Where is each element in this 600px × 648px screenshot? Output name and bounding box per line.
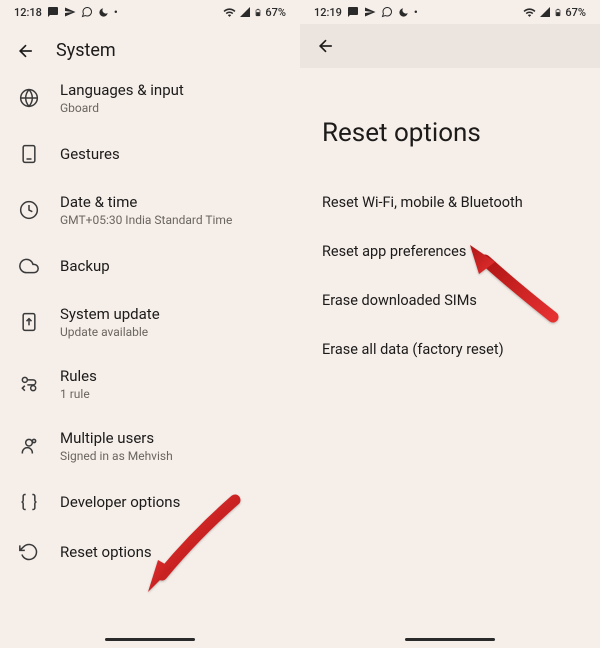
- item-backup[interactable]: Backup: [0, 241, 300, 291]
- wifi-icon: [523, 6, 536, 19]
- item-reset-wifi[interactable]: Reset Wi-Fi, mobile & Bluetooth: [300, 178, 600, 227]
- item-title: Reset Wi-Fi, mobile & Bluetooth: [322, 194, 523, 211]
- item-developer-options[interactable]: Developer options: [0, 477, 300, 527]
- gestures-icon: [18, 143, 40, 165]
- phone-left: 12:18 • 67% System Languages & input Gboa…: [0, 0, 300, 648]
- item-reset-options[interactable]: Reset options: [0, 527, 300, 577]
- item-sub: Signed in as Mehvish: [60, 449, 282, 463]
- item-sub: 1 rule: [60, 387, 282, 401]
- item-sub: GMT+05:30 India Standard Time: [60, 213, 282, 227]
- status-bar: 12:19 • 67%: [300, 0, 600, 24]
- dot-icon: •: [414, 6, 418, 19]
- back-button[interactable]: [16, 41, 36, 61]
- dnd-icon: [98, 7, 109, 18]
- item-title: Reset options: [60, 543, 282, 561]
- item-erase-sims[interactable]: Erase downloaded SIMs: [300, 276, 600, 325]
- settings-list: Languages & input Gboard Gestures Date & …: [0, 67, 300, 630]
- item-title: Developer options: [60, 493, 282, 511]
- item-title: Date & time: [60, 193, 282, 211]
- cloud-icon: [18, 255, 40, 277]
- message-icon: [47, 6, 59, 18]
- braces-icon: [18, 491, 40, 513]
- status-bar: 12:18 • 67%: [0, 0, 300, 24]
- reset-list: Reset Wi-Fi, mobile & Bluetooth Reset ap…: [300, 178, 600, 630]
- item-factory-reset[interactable]: Erase all data (factory reset): [300, 325, 600, 374]
- item-sub: Update available: [60, 325, 282, 339]
- signal-icon: [239, 6, 251, 18]
- item-gestures[interactable]: Gestures: [0, 129, 300, 179]
- nav-bar: [300, 630, 600, 648]
- item-rules[interactable]: Rules 1 rule: [0, 353, 300, 415]
- update-icon: [18, 311, 40, 333]
- whatsapp-icon: [81, 6, 93, 18]
- clock-icon: [18, 199, 40, 221]
- dot-icon: •: [114, 6, 118, 19]
- battery-icon: [254, 6, 262, 19]
- item-title: Gestures: [60, 145, 282, 163]
- item-system-update[interactable]: System update Update available: [0, 291, 300, 353]
- nav-pill[interactable]: [405, 638, 495, 641]
- rules-icon: [18, 373, 40, 395]
- item-title: Backup: [60, 257, 282, 275]
- item-title: Erase downloaded SIMs: [322, 292, 477, 309]
- header: System: [0, 24, 300, 67]
- page-title: Reset options: [300, 68, 600, 178]
- status-time: 12:19: [314, 6, 342, 19]
- users-icon: [18, 435, 40, 457]
- item-multiple-users[interactable]: Multiple users Signed in as Mehvish: [0, 415, 300, 477]
- battery-pct: 67%: [565, 6, 586, 19]
- status-time: 12:18: [14, 6, 42, 19]
- wifi-icon: [223, 6, 236, 19]
- item-title: System update: [60, 305, 282, 323]
- telegram-icon: [64, 6, 76, 18]
- nav-bar: [0, 630, 300, 648]
- whatsapp-icon: [381, 6, 393, 18]
- item-title: Languages & input: [60, 81, 282, 99]
- item-title: Reset app preferences: [322, 243, 466, 260]
- nav-pill[interactable]: [105, 638, 195, 641]
- item-title: Rules: [60, 367, 282, 385]
- item-title: Multiple users: [60, 429, 282, 447]
- dnd-icon: [398, 7, 409, 18]
- telegram-icon: [364, 6, 376, 18]
- battery-icon: [554, 6, 562, 19]
- message-icon: [347, 6, 359, 18]
- item-title: Erase all data (factory reset): [322, 341, 504, 358]
- item-reset-app-preferences[interactable]: Reset app preferences: [300, 227, 600, 276]
- reset-icon: [18, 541, 40, 563]
- item-sub: Gboard: [60, 101, 282, 115]
- item-languages-input[interactable]: Languages & input Gboard: [0, 67, 300, 129]
- signal-icon: [539, 6, 551, 18]
- item-date-time[interactable]: Date & time GMT+05:30 India Standard Time: [0, 179, 300, 241]
- phone-right: 12:19 • 67% Reset options Reset Wi-Fi, m…: [300, 0, 600, 648]
- back-button[interactable]: [316, 36, 336, 56]
- globe-icon: [18, 87, 40, 109]
- header: [300, 24, 600, 68]
- page-title: System: [56, 40, 116, 61]
- battery-pct: 67%: [265, 6, 286, 19]
